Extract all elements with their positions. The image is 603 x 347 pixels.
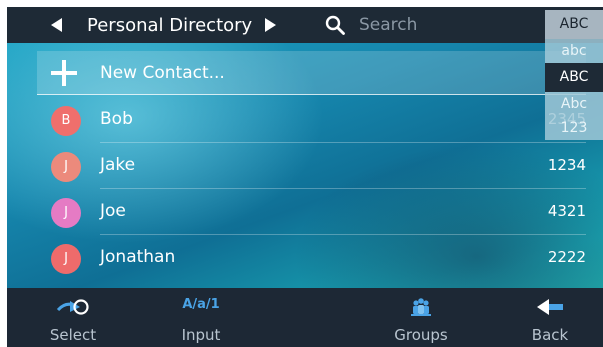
- select-label: Select: [49, 326, 97, 344]
- back-button[interactable]: Back: [504, 288, 596, 347]
- avatar: J: [51, 198, 81, 228]
- input-mode-option-selected[interactable]: ABC: [545, 63, 603, 92]
- contact-row[interactable]: J Joe 4321: [37, 189, 586, 235]
- directory-title: Personal Directory: [87, 15, 253, 36]
- input-mode-current[interactable]: ABC: [545, 10, 603, 39]
- avatar: J: [51, 244, 81, 274]
- new-contact-row[interactable]: New Contact...: [37, 51, 586, 95]
- input-mode-icon: A/a/1: [182, 297, 220, 312]
- input-label: Input: [181, 326, 221, 344]
- new-contact-label: New Contact...: [100, 63, 225, 83]
- avatar: B: [51, 106, 81, 136]
- softkey-bar: Select A/a/1 Input Groups Back: [7, 288, 603, 347]
- contact-name: Jonathan: [100, 247, 176, 267]
- contact-row[interactable]: J Jake 1234: [37, 143, 586, 189]
- contact-row[interactable]: B Bob 2345: [37, 97, 586, 143]
- input-mode-panel: ABC abc ABC Abc 123: [545, 10, 603, 140]
- contact-number: 2222: [547, 248, 586, 266]
- contact-number: 4321: [547, 202, 586, 220]
- input-mode-option[interactable]: abc: [545, 39, 603, 63]
- avatar: J: [51, 152, 81, 182]
- groups-button[interactable]: Groups: [375, 288, 467, 347]
- groups-icon: [411, 298, 431, 316]
- contact-name: Jake: [100, 155, 136, 175]
- previous-directory-icon[interactable]: [51, 18, 62, 32]
- contact-number: 1234: [547, 156, 586, 174]
- input-mode-option[interactable]: 123: [545, 116, 603, 140]
- plus-icon: [51, 60, 77, 86]
- search-icon[interactable]: [325, 15, 345, 35]
- contact-row[interactable]: J Jonathan 2222: [37, 235, 586, 281]
- header-bar: Personal Directory Search: [7, 7, 603, 43]
- input-button[interactable]: A/a/1 Input: [155, 288, 247, 347]
- next-directory-icon[interactable]: [265, 18, 276, 32]
- contact-name: Bob: [100, 109, 133, 129]
- back-label: Back: [531, 326, 569, 344]
- select-button[interactable]: Select: [27, 288, 119, 347]
- groups-label: Groups: [394, 326, 448, 344]
- back-arrow-icon: [537, 299, 563, 315]
- phone-screen: Personal Directory Search New Contact...…: [7, 7, 603, 347]
- contact-name: Joe: [100, 201, 126, 221]
- select-arrow-icon: [56, 299, 89, 315]
- search-input[interactable]: Search: [359, 15, 417, 35]
- input-mode-option[interactable]: Abc: [545, 92, 603, 116]
